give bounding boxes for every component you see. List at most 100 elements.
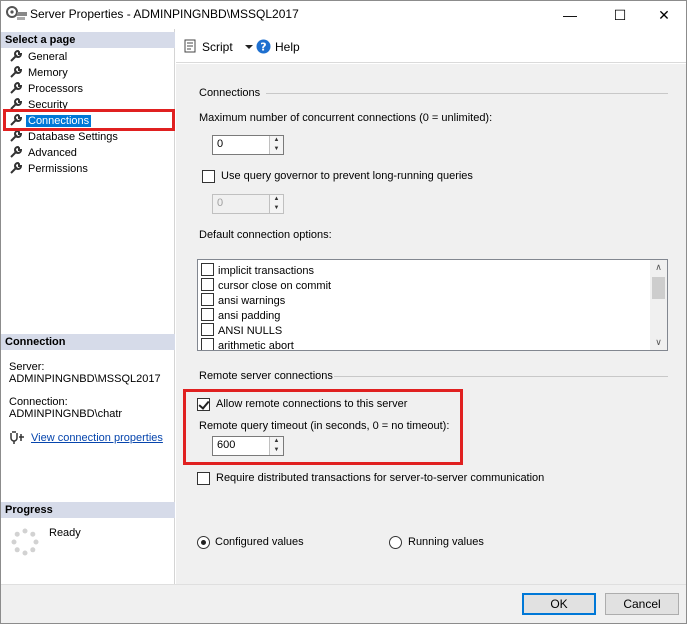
running-values-radio[interactable] (389, 536, 402, 549)
list-item[interactable]: ansi warnings (201, 293, 285, 308)
toolbar: Script ? Help (176, 29, 686, 63)
list-item[interactable]: ANSI NULLS (201, 323, 282, 338)
remote-timeout-value: 600 (217, 439, 236, 451)
scroll-up-icon[interactable]: ∧ (650, 260, 667, 275)
stepper-up-icon[interactable]: ▲ (270, 437, 283, 446)
page-item-general[interactable]: General (9, 49, 69, 65)
sql-server-app-icon (6, 6, 27, 20)
remote-group-title: Remote server connections (199, 370, 333, 382)
scroll-thumb[interactable] (652, 277, 665, 299)
list-item[interactable]: cursor close on commit (201, 278, 331, 293)
remote-group-divider (334, 376, 668, 377)
default-options-list[interactable]: implicit transactions cursor close on co… (197, 259, 668, 351)
query-governor-stepper: 0 ▲ ▼ (212, 194, 284, 214)
page-item-label: Permissions (28, 163, 88, 175)
distributed-transactions-label: Require distributed transactions for ser… (216, 472, 545, 484)
script-label: Script (202, 40, 233, 54)
option-checkbox[interactable] (201, 278, 214, 291)
remote-timeout-stepper[interactable]: 600 ▲ ▼ (212, 436, 284, 456)
wrench-icon (10, 113, 23, 126)
option-label: ansi warnings (218, 295, 286, 307)
select-page-header: Select a page (1, 32, 175, 48)
query-governor-value: 0 (217, 197, 224, 209)
max-connections-stepper[interactable]: 0 ▲ ▼ (212, 135, 284, 155)
query-governor-checkbox[interactable] (202, 170, 215, 183)
stepper-up-icon[interactable]: ▲ (270, 136, 283, 145)
server-value: ADMINPINGNBD\MSSQL2017 (9, 373, 161, 385)
option-checkbox[interactable] (201, 338, 214, 350)
minimize-button[interactable]: — (547, 1, 593, 29)
stepper-down-icon: ▼ (273, 205, 280, 211)
option-checkbox[interactable] (201, 323, 214, 336)
page-item-advanced[interactable]: Advanced (9, 145, 79, 161)
option-label: ANSI NULLS (218, 325, 283, 337)
page-item-label: Database Settings (28, 131, 118, 143)
left-pane: Select a page General Memory Processors … (1, 29, 175, 584)
option-checkbox[interactable] (201, 263, 214, 276)
max-connections-label: Maximum number of concurrent connections… (199, 112, 493, 124)
page-item-connections[interactable]: Connections (9, 113, 92, 129)
list-item[interactable]: arithmetic abort (201, 338, 294, 351)
configured-values-radio[interactable] (197, 536, 210, 549)
page-item-label: Processors (28, 83, 84, 95)
svg-text:?: ? (260, 41, 266, 54)
progress-spinner-icon (11, 528, 39, 556)
page-item-label: General (28, 51, 68, 63)
page-item-label: Memory (28, 67, 68, 79)
cancel-button[interactable]: Cancel (605, 593, 679, 615)
option-label: implicit transactions (218, 265, 314, 277)
page-item-database-settings[interactable]: Database Settings (9, 129, 120, 145)
connection-label: Connection: (9, 396, 68, 408)
page-item-security[interactable]: Security (9, 97, 70, 113)
wrench-icon (10, 161, 23, 174)
view-connection-properties-link[interactable]: View connection properties (31, 432, 163, 444)
scroll-down-icon[interactable]: ∨ (650, 335, 667, 350)
server-properties-dialog: Server Properties - ADMINPINGNBD\MSSQL20… (0, 0, 687, 624)
page-item-permissions[interactable]: Permissions (9, 161, 90, 177)
close-button[interactable]: ✕ (641, 1, 687, 29)
distributed-transactions-checkbox[interactable] (197, 472, 210, 485)
list-item[interactable]: ansi padding (201, 308, 280, 323)
option-label: arithmetic abort (218, 340, 294, 351)
wrench-icon (10, 81, 23, 94)
connections-page: Connections Maximum number of concurrent… (176, 64, 686, 584)
wrench-icon (10, 129, 23, 142)
allow-remote-checkbox[interactable] (197, 398, 210, 411)
connection-properties-icon (10, 431, 24, 444)
default-options-label: Default connection options: (199, 229, 332, 241)
option-checkbox[interactable] (201, 293, 214, 306)
option-checkbox[interactable] (201, 308, 214, 321)
script-button[interactable]: Script (184, 39, 254, 55)
option-label: cursor close on commit (218, 280, 332, 292)
query-governor-label: Use query governor to prevent long-runni… (221, 170, 473, 182)
stepper-down-icon[interactable]: ▼ (270, 446, 283, 455)
help-button[interactable]: ? Help (256, 39, 300, 55)
title-bar: Server Properties - ADMINPINGNBD\MSSQL20… (1, 1, 686, 29)
progress-status: Ready (49, 527, 81, 539)
option-label: ansi padding (218, 310, 281, 322)
ok-button[interactable]: OK (522, 593, 596, 615)
help-icon: ? (256, 39, 271, 54)
page-item-memory[interactable]: Memory (9, 65, 70, 81)
connections-group-title: Connections (199, 87, 261, 99)
maximize-button[interactable]: ☐ (597, 1, 643, 29)
configured-values-label: Configured values (215, 536, 304, 548)
progress-header: Progress (1, 502, 175, 518)
page-item-label: Security (28, 99, 68, 111)
connection-header: Connection (1, 334, 175, 350)
server-label: Server: (9, 361, 45, 373)
wrench-icon (10, 49, 23, 62)
list-item[interactable]: implicit transactions (201, 263, 314, 278)
stepper-up-icon: ▲ (273, 196, 280, 202)
script-icon (184, 39, 196, 53)
page-item-label: Connections (26, 115, 92, 127)
chevron-down-icon (245, 45, 254, 49)
window-title: Server Properties - ADMINPINGNBD\MSSQL20… (30, 7, 299, 21)
max-connections-value: 0 (217, 138, 224, 150)
stepper-down-icon[interactable]: ▼ (270, 145, 283, 154)
page-item-processors[interactable]: Processors (9, 81, 85, 97)
connections-group-divider (266, 93, 668, 94)
list-scrollbar[interactable]: ∧ ∨ (650, 260, 667, 350)
allow-remote-label: Allow remote connections to this server (216, 398, 408, 410)
wrench-icon (10, 145, 23, 158)
